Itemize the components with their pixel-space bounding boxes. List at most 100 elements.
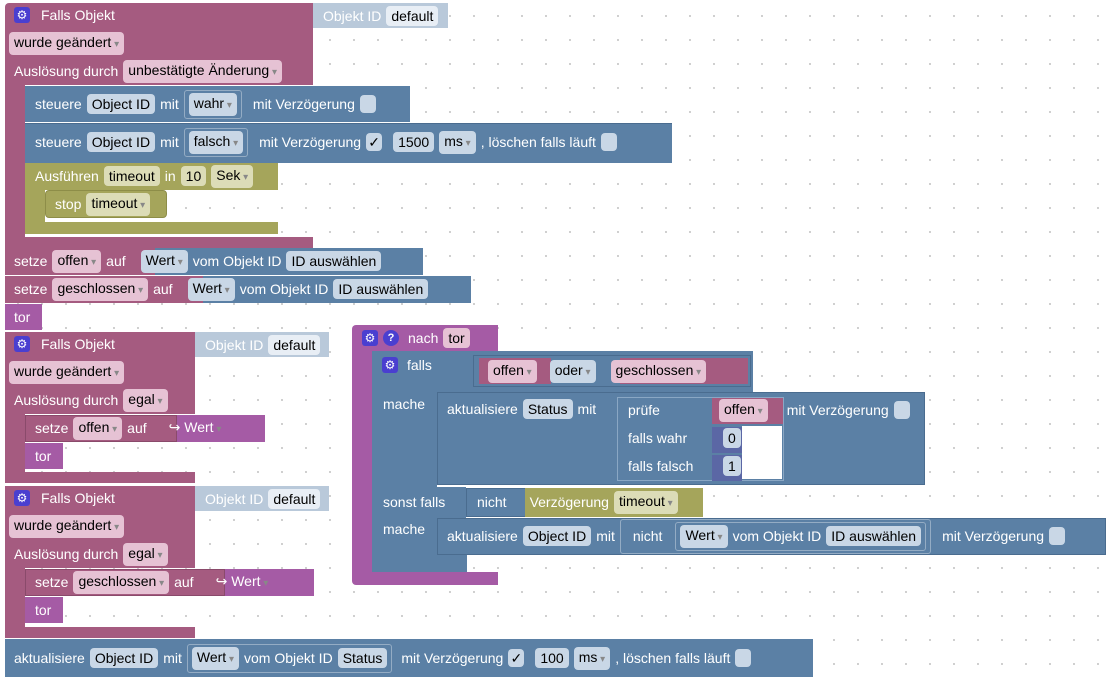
update-label: aktualisiere bbox=[447, 401, 518, 417]
unit-dropdown[interactable]: ms bbox=[573, 646, 611, 670]
timeout-value-field[interactable]: 10 bbox=[180, 166, 207, 186]
value-dropdown[interactable]: ↪ Wert bbox=[211, 571, 274, 594]
objekt-id-label: Objekt ID bbox=[323, 7, 382, 24]
trigger-block-1-bottom bbox=[5, 237, 313, 248]
gear-icon[interactable]: ⚙ bbox=[382, 357, 398, 373]
mit-label: mit bbox=[160, 134, 179, 150]
objekt-id-field[interactable]: default bbox=[386, 5, 439, 26]
trigger-dropdown[interactable]: egal bbox=[123, 388, 168, 412]
delay-checkbox[interactable] bbox=[508, 649, 525, 667]
from-label: vom Objekt ID bbox=[239, 281, 329, 297]
value-dropdown[interactable]: ↪ Wert bbox=[164, 417, 227, 440]
objekt-id-block[interactable]: Objekt ID default bbox=[313, 3, 448, 28]
mit-label: mit bbox=[160, 96, 179, 112]
delay-checkbox[interactable] bbox=[1049, 527, 1066, 545]
operator-dropdown[interactable]: oder bbox=[549, 359, 596, 383]
value-dropdown[interactable]: Wert bbox=[191, 646, 239, 670]
object-id-field[interactable]: Object ID bbox=[522, 526, 592, 546]
clear-checkbox[interactable] bbox=[600, 133, 617, 151]
timeout-block-bottom bbox=[25, 222, 278, 234]
delay-checkbox[interactable] bbox=[359, 95, 376, 113]
delay-field[interactable]: 1500 bbox=[393, 132, 435, 152]
objekt-id-block[interactable]: Objekt ID default bbox=[195, 486, 329, 511]
stop-timer-dropdown[interactable]: timeout bbox=[86, 192, 151, 216]
do-label: mache bbox=[383, 396, 426, 412]
value-dropdown[interactable]: falsch bbox=[188, 130, 244, 154]
value-dropdown[interactable]: Wert bbox=[140, 249, 188, 273]
object-id-field[interactable]: Object ID bbox=[86, 94, 156, 114]
objekt-id-field[interactable]: default bbox=[268, 334, 321, 355]
objekt-id-field[interactable]: default bbox=[268, 488, 321, 509]
function-block-bottom bbox=[352, 572, 498, 585]
gear-icon[interactable]: ⚙ bbox=[362, 330, 378, 346]
auf-label: auf bbox=[174, 574, 194, 590]
delay-label: mit Verzögerung bbox=[401, 650, 504, 666]
trigger-label: Auslösung durch bbox=[14, 392, 119, 408]
delay-checkbox[interactable] bbox=[366, 133, 383, 151]
variable-dropdown[interactable]: offen bbox=[73, 416, 123, 440]
value-dropdown[interactable]: Wert bbox=[187, 277, 235, 301]
if-false-label: falls falsch bbox=[628, 458, 694, 474]
gear-icon[interactable]: ⚙ bbox=[14, 7, 30, 23]
control-label: steuere bbox=[35, 96, 82, 112]
trigger-block-1-spine bbox=[5, 85, 25, 237]
value-dropdown[interactable]: Wert bbox=[680, 524, 728, 548]
delay-checkbox[interactable] bbox=[893, 401, 910, 419]
variable-dropdown[interactable]: geschlossen bbox=[52, 277, 149, 301]
mit-label: mit bbox=[163, 650, 182, 666]
help-icon[interactable]: ? bbox=[383, 330, 399, 346]
gear-icon[interactable]: ⚙ bbox=[14, 490, 30, 506]
call-tor-block[interactable]: tor bbox=[5, 304, 42, 330]
trigger-dropdown[interactable]: unbestätigte Änderung bbox=[123, 59, 282, 83]
timer-running-label: Verzögerung bbox=[529, 494, 609, 510]
id-select-field[interactable]: ID auswählen bbox=[286, 251, 382, 271]
value-dropdown[interactable]: wahr bbox=[188, 92, 237, 116]
trigger-block-3-bottom bbox=[5, 627, 195, 638]
ternary-gap bbox=[742, 426, 782, 479]
clear-label: , löschen falls läuft bbox=[615, 650, 731, 666]
event-dropdown[interactable]: wurde geändert bbox=[9, 360, 125, 384]
trigger-label: Auslösung durch bbox=[14, 546, 119, 562]
function-name-field[interactable]: tor bbox=[443, 328, 470, 348]
in-label: in bbox=[164, 168, 176, 184]
call-label: tor bbox=[35, 448, 52, 464]
variable-dropdown[interactable]: offen bbox=[488, 359, 537, 383]
timer-dropdown[interactable]: timeout bbox=[613, 490, 678, 514]
from-label: vom Objekt ID bbox=[192, 253, 282, 269]
trigger-dropdown[interactable]: egal bbox=[123, 542, 168, 566]
variable-dropdown[interactable]: geschlossen bbox=[73, 570, 170, 594]
call-tor-block[interactable]: tor bbox=[25, 443, 63, 469]
objekt-id-block[interactable]: Objekt ID default bbox=[195, 332, 329, 357]
update-label: aktualisiere bbox=[447, 528, 518, 544]
delay-label: mit Verzögerung bbox=[259, 134, 362, 150]
object-id-field[interactable]: Status bbox=[522, 399, 573, 419]
object-id-field[interactable]: Object ID bbox=[86, 132, 156, 152]
false-value-field[interactable]: 1 bbox=[723, 456, 741, 476]
gear-icon[interactable]: ⚙ bbox=[14, 336, 30, 352]
event-dropdown[interactable]: wurde geändert bbox=[9, 514, 125, 538]
trigger-label: Auslösung durch bbox=[14, 63, 119, 79]
clear-checkbox[interactable] bbox=[735, 649, 752, 667]
variable-dropdown[interactable]: offen bbox=[52, 249, 102, 273]
stop-label: stop bbox=[55, 196, 82, 212]
not-label: nicht bbox=[477, 494, 507, 510]
id-select-field[interactable]: ID auswählen bbox=[826, 526, 922, 546]
auf-label: auf bbox=[153, 281, 173, 297]
update-label: aktualisiere bbox=[14, 650, 85, 666]
call-label: tor bbox=[14, 309, 31, 325]
event-dropdown[interactable]: wurde geändert bbox=[9, 31, 125, 55]
call-tor-block[interactable]: tor bbox=[25, 597, 63, 623]
set-label: setze bbox=[35, 420, 69, 436]
source-id-field[interactable]: Status bbox=[337, 648, 388, 668]
object-id-field[interactable]: Object ID bbox=[89, 648, 159, 668]
true-value-field[interactable]: 0 bbox=[723, 428, 741, 448]
unit-dropdown[interactable]: Sek bbox=[211, 164, 254, 188]
variable-dropdown[interactable]: offen bbox=[719, 398, 768, 422]
mit-label: mit bbox=[577, 401, 597, 417]
delay-field[interactable]: 100 bbox=[535, 648, 569, 668]
do-label: mache bbox=[383, 521, 426, 537]
variable-dropdown[interactable]: geschlossen bbox=[610, 359, 707, 383]
id-select-field[interactable]: ID auswählen bbox=[333, 279, 429, 299]
timeout-name-field[interactable]: timeout bbox=[103, 166, 160, 186]
unit-dropdown[interactable]: ms bbox=[439, 130, 476, 154]
